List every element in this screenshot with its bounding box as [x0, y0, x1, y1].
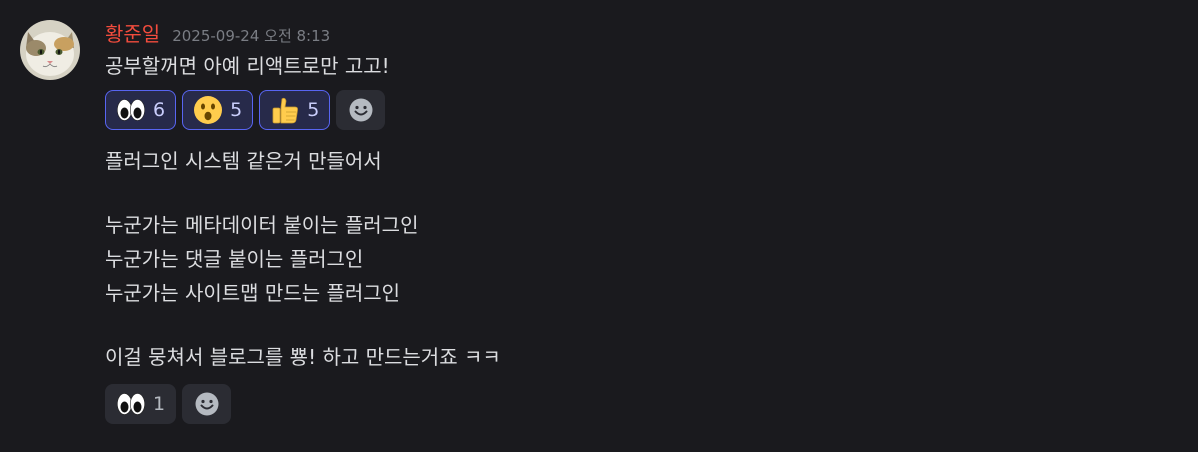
add-reaction-button[interactable] [182, 384, 232, 424]
reaction-eyes[interactable]: 1 [105, 384, 177, 424]
eyes-icon [115, 94, 147, 126]
cat-avatar-image [20, 20, 80, 80]
reaction-count: 6 [153, 99, 166, 121]
add-reaction-button[interactable] [336, 90, 386, 130]
eyes-icon [115, 388, 147, 420]
reaction-bar: 6 5 5 [105, 90, 386, 130]
timestamp[interactable]: 2025-09-24 오전 8:13 [172, 25, 330, 46]
message-line: 플러그인 시스템 같은거 만들어서 [105, 149, 382, 173]
message-line: 누군가는 사이트맵 만드는 플러그인 [105, 281, 401, 305]
reaction-bar: 1 [105, 384, 232, 424]
avatar[interactable] [20, 20, 80, 80]
reaction-count: 1 [153, 393, 166, 415]
smiley-add-icon [195, 392, 219, 416]
smiley-add-icon [349, 98, 373, 122]
reaction-count: 5 [230, 99, 243, 121]
message-line: 누군가는 댓글 붙이는 플러그인 [105, 247, 364, 271]
reaction-count: 5 [307, 99, 320, 121]
username[interactable]: 황준일 [105, 18, 160, 47]
hushed-face-icon [192, 94, 224, 126]
reaction-thumbs-up[interactable]: 5 [259, 90, 331, 130]
thumbs-up-icon [269, 94, 301, 126]
reaction-eyes[interactable]: 6 [105, 90, 177, 130]
message-line: 공부할꺼면 아예 리액트로만 고고! [105, 54, 390, 78]
message-line: 이걸 뭉쳐서 블로그를 뿅! 하고 만드는거죠 ㅋㅋ [105, 345, 501, 369]
message-header: 황준일 2025-09-24 오전 8:13 [105, 18, 330, 47]
reaction-hushed-face[interactable]: 5 [182, 90, 254, 130]
message-line: 누군가는 메타데이터 붙이는 플러그인 [105, 213, 419, 237]
